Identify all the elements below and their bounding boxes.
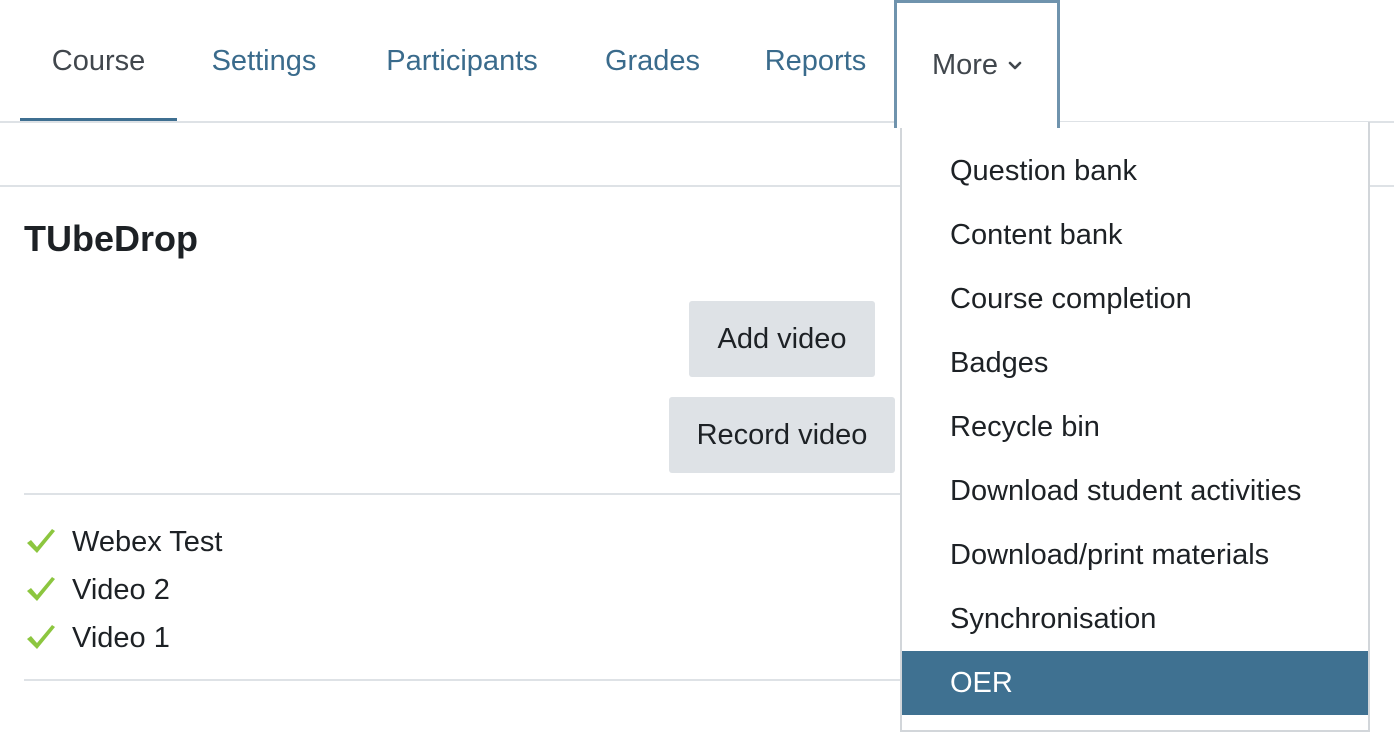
more-dropdown-menu: Question bank Content bank Course comple… bbox=[900, 122, 1370, 732]
checkmark-icon bbox=[27, 577, 55, 601]
menu-item-badges[interactable]: Badges bbox=[902, 331, 1368, 395]
block-divider-bottom bbox=[24, 679, 904, 681]
video-list: Webex Test Video 2 Video 1 bbox=[24, 518, 222, 662]
video-title[interactable]: Webex Test bbox=[72, 526, 222, 559]
video-title[interactable]: Video 1 bbox=[72, 622, 170, 655]
add-video-button[interactable]: Add video bbox=[689, 301, 875, 377]
menu-item-synchronisation[interactable]: Synchronisation bbox=[902, 587, 1368, 651]
tab-reports[interactable]: Reports bbox=[752, 0, 879, 123]
menu-item-recycle-bin[interactable]: Recycle bin bbox=[902, 395, 1368, 459]
menu-item-course-completion[interactable]: Course completion bbox=[902, 267, 1368, 331]
tab-more-label: More bbox=[931, 49, 999, 81]
menu-item-content-bank[interactable]: Content bank bbox=[902, 203, 1368, 267]
menu-item-download-print-materials[interactable]: Download/print materials bbox=[902, 523, 1368, 587]
menu-item-question-bank[interactable]: Question bank bbox=[902, 139, 1368, 203]
checkmark-icon bbox=[27, 529, 55, 553]
list-item: Video 2 bbox=[24, 566, 222, 614]
block-title: TUbeDrop bbox=[24, 218, 198, 259]
tab-participants[interactable]: Participants bbox=[370, 0, 554, 123]
tab-settings[interactable]: Settings bbox=[197, 0, 331, 123]
checkmark-icon bbox=[27, 625, 55, 649]
list-item: Webex Test bbox=[24, 518, 222, 566]
video-title[interactable]: Video 2 bbox=[72, 574, 170, 607]
secondary-navigation: Course Settings Participants Grades Repo… bbox=[0, 0, 1394, 123]
tab-course[interactable]: Course bbox=[20, 0, 177, 123]
menu-item-download-student-activities[interactable]: Download student activities bbox=[902, 459, 1368, 523]
block-divider-top bbox=[24, 493, 904, 495]
tab-more[interactable]: More bbox=[894, 0, 1060, 128]
chevron-down-icon bbox=[1008, 61, 1022, 69]
page: Course Settings Participants Grades Repo… bbox=[0, 0, 1394, 732]
tab-grades[interactable]: Grades bbox=[594, 0, 711, 123]
record-video-button[interactable]: Record video bbox=[669, 397, 895, 473]
menu-item-oer[interactable]: OER bbox=[902, 651, 1368, 715]
list-item: Video 1 bbox=[24, 614, 222, 662]
